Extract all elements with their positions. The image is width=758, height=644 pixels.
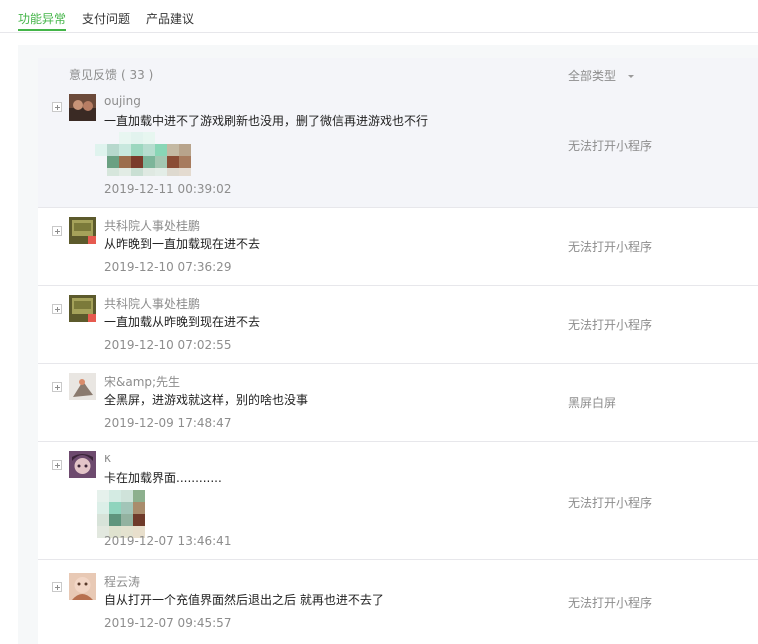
feedback-category: 无法打开小程序: [568, 318, 653, 332]
tab-product-suggestion[interactable]: 产品建议: [146, 10, 194, 27]
avatar-image: [69, 451, 96, 478]
feedback-content: 卡在加载界面............: [104, 471, 222, 485]
expand-icon[interactable]: [52, 460, 62, 470]
expand-icon[interactable]: [52, 304, 62, 314]
caret-down-icon: [628, 75, 635, 78]
feedback-list-panel: 意见反馈( 33 ) 全部类型 oujing 一直加载中进不了游戏刷新也没用，删…: [38, 58, 758, 644]
tab-function-error[interactable]: 功能异常: [18, 10, 66, 27]
avatar-image: [69, 94, 96, 121]
feedback-image-thumbnail[interactable]: [95, 130, 193, 178]
status-badge: [88, 314, 96, 322]
feedback-row[interactable]: 共科院人事处桂鹏 从昨晚到一直加载现在进不去 2019-12-10 07:36:…: [38, 208, 758, 286]
feedback-category: 无法打开小程序: [568, 496, 653, 510]
list-header: 意见反馈( 33 ) 全部类型: [38, 58, 758, 86]
nickname[interactable]: 共科院人事处桂鹏: [104, 217, 200, 234]
feedback-time: 2019-12-10 07:36:29: [104, 260, 232, 274]
feedback-row[interactable]: κ 卡在加载界面............ 2019-12-07 13:46:41…: [38, 442, 758, 560]
active-tab-indicator: [18, 29, 66, 31]
avatar[interactable]: [69, 217, 96, 244]
feedback-time: 2019-12-07 13:46:41: [104, 534, 232, 548]
feedback-tabs: 功能异常 支付问题 产品建议: [0, 0, 758, 33]
feedback-category: 无法打开小程序: [568, 240, 653, 254]
expand-icon[interactable]: [52, 582, 62, 592]
feedback-time: 2019-12-10 07:02:55: [104, 338, 232, 352]
avatar-image: [69, 573, 96, 600]
type-filter-label: 全部类型: [568, 69, 617, 83]
status-badge: [88, 236, 96, 244]
feedback-content: 从昨晚到一直加载现在进不去: [104, 237, 261, 251]
feedback-content: 自从打开一个充值界面然后退出之后 就再也进不去了: [104, 593, 384, 607]
type-filter-dropdown[interactable]: 全部类型: [568, 67, 635, 84]
list-title: 意见反馈( 33 ): [69, 66, 153, 83]
tab-payment-issue[interactable]: 支付问题: [82, 10, 130, 27]
feedback-row[interactable]: 宋&amp;先生 全黑屏，进游戏就这样，别的啥也没事 2019-12-09 17…: [38, 364, 758, 442]
avatar[interactable]: [69, 573, 96, 600]
expand-icon[interactable]: [52, 102, 62, 112]
feedback-image-thumbnail[interactable]: [95, 488, 145, 538]
feedback-category: 无法打开小程序: [568, 139, 653, 153]
feedback-content: 一直加载从昨晚到现在进不去: [104, 315, 261, 329]
avatar[interactable]: [69, 451, 96, 478]
feedback-row[interactable]: 共科院人事处桂鹏 一直加载从昨晚到现在进不去 2019-12-10 07:02:…: [38, 286, 758, 364]
feedback-time: 2019-12-07 09:45:57: [104, 616, 232, 630]
avatar[interactable]: [69, 94, 96, 121]
feedback-category: 黑屏白屏: [568, 396, 617, 410]
feedback-count: ( 33 ): [121, 68, 154, 82]
avatar-image: [69, 373, 96, 400]
feedback-content: 全黑屏，进游戏就这样，别的啥也没事: [104, 393, 309, 407]
expand-icon[interactable]: [52, 382, 62, 392]
nickname[interactable]: 宋&amp;先生: [104, 373, 180, 390]
nickname[interactable]: 共科院人事处桂鹏: [104, 295, 200, 312]
avatar[interactable]: [69, 373, 96, 400]
feedback-time: 2019-12-09 17:48:47: [104, 416, 232, 430]
nickname[interactable]: κ: [104, 451, 111, 465]
list-title-text: 意见反馈: [69, 68, 118, 82]
expand-icon[interactable]: [52, 226, 62, 236]
feedback-content: 一直加载中进不了游戏刷新也没用，删了微信再进游戏也不行: [104, 114, 429, 128]
feedback-row[interactable]: oujing 一直加载中进不了游戏刷新也没用，删了微信再进游戏也不行 2019-…: [38, 86, 758, 208]
feedback-row[interactable]: 程云涛 自从打开一个充值界面然后退出之后 就再也进不去了 2019-12-07 …: [38, 560, 758, 644]
nickname[interactable]: 程云涛: [104, 573, 140, 590]
nickname[interactable]: oujing: [104, 94, 141, 108]
feedback-category: 无法打开小程序: [568, 596, 653, 610]
avatar[interactable]: [69, 295, 96, 322]
feedback-time: 2019-12-11 00:39:02: [104, 182, 232, 196]
